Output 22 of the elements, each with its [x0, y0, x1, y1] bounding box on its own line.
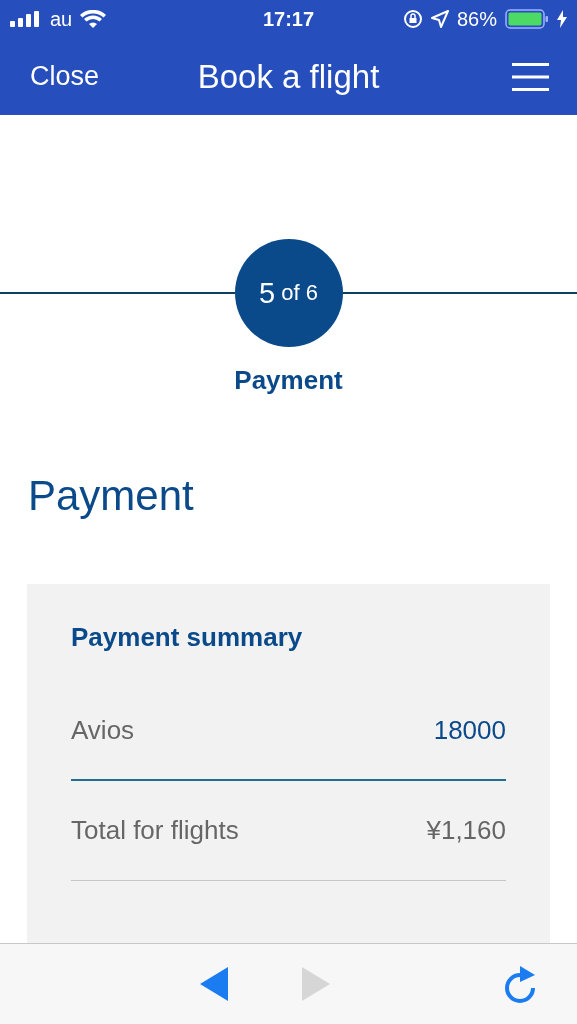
step-label: Payment: [234, 365, 343, 396]
reload-button[interactable]: [503, 964, 537, 1004]
section-heading: Payment: [28, 472, 194, 520]
back-button[interactable]: [200, 967, 230, 1001]
charging-icon: [557, 10, 567, 28]
location-icon: [430, 10, 449, 28]
wifi-icon: [80, 10, 107, 28]
battery-icon: [505, 9, 549, 29]
page-title: Book a flight: [197, 57, 380, 96]
summary-value: 18000: [433, 714, 506, 746]
rotation-lock-icon: [402, 9, 423, 29]
summary-label: Total for flights: [71, 815, 239, 846]
clock-time: 17:17: [262, 7, 315, 31]
signal-icon: [10, 11, 42, 27]
close-link[interactable]: Close: [30, 61, 100, 92]
summary-value: ¥1,160: [426, 815, 506, 846]
carrier-label: au: [50, 7, 73, 31]
summary-label: Avios: [71, 714, 135, 746]
menu-icon[interactable]: [512, 62, 549, 91]
card-title: Payment summary: [71, 622, 303, 653]
step-indicator: 5 of 6: [234, 239, 343, 347]
battery-percent: 86%: [456, 7, 497, 31]
